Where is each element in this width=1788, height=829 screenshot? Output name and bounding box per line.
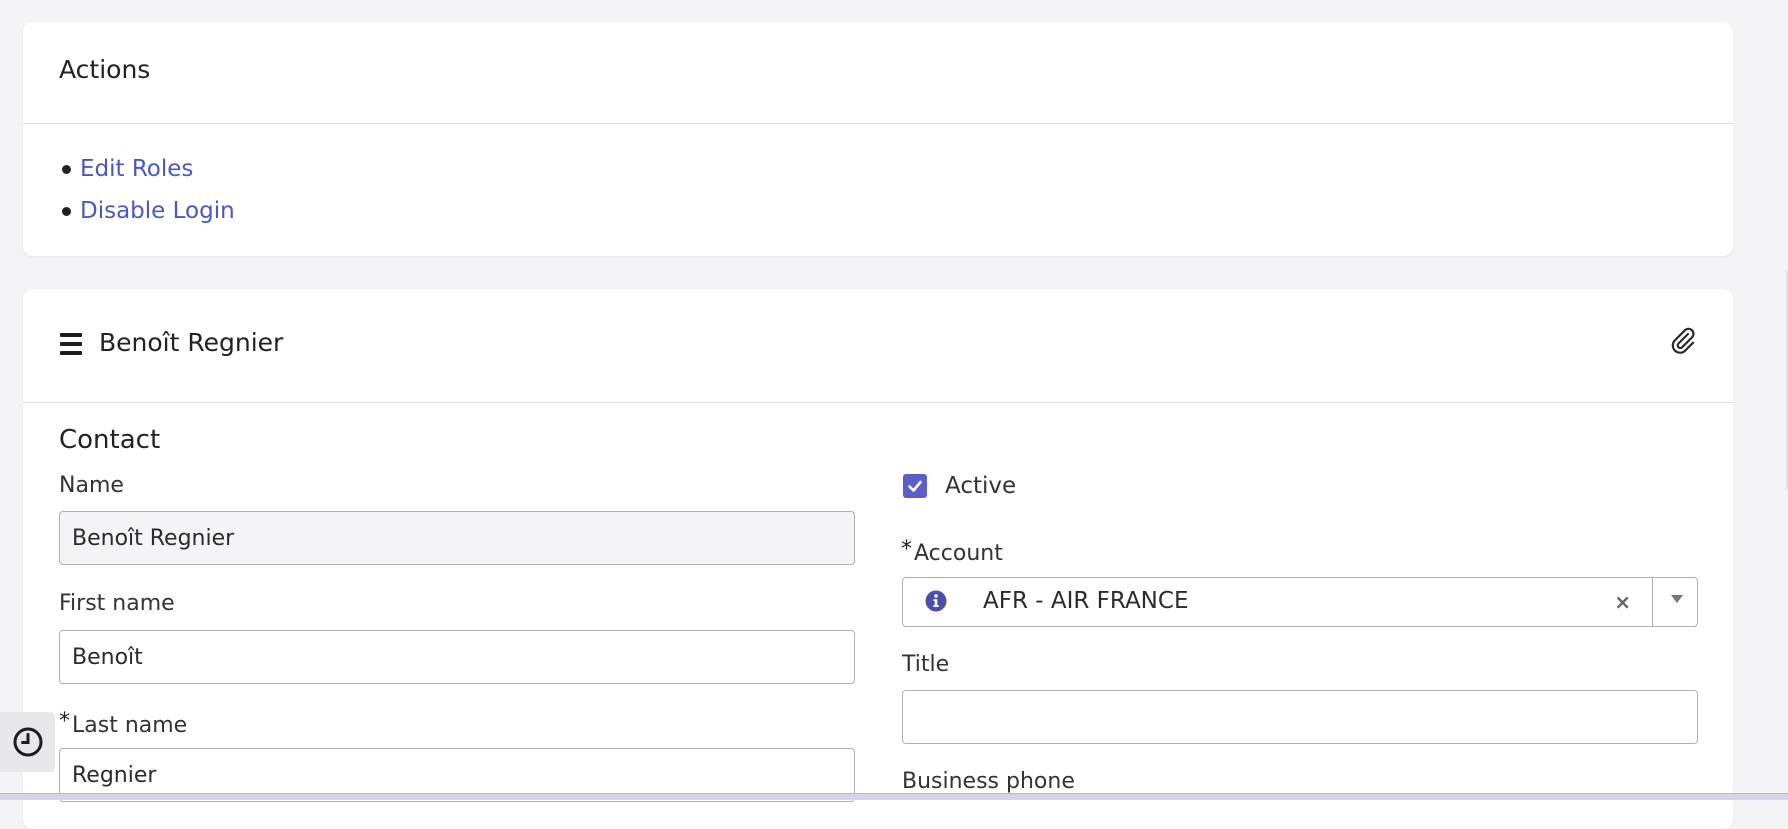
hamburger-icon[interactable] — [60, 333, 82, 355]
actions-list: Edit Roles Disable Login — [59, 148, 235, 232]
actions-title: Actions — [59, 55, 151, 84]
last-name-label-row: *Last name — [59, 709, 187, 738]
paperclip-icon[interactable] — [1667, 325, 1699, 357]
info-icon[interactable] — [925, 590, 947, 612]
first-name-input[interactable] — [59, 630, 855, 684]
bullet-icon — [62, 206, 71, 216]
name-label: Name — [59, 473, 124, 498]
check-icon — [908, 480, 922, 492]
actions-list-item: Disable Login — [59, 190, 235, 232]
account-label: Account — [914, 541, 1003, 566]
actions-card: Actions Edit Roles Disable Login — [23, 22, 1733, 256]
clear-icon[interactable]: × — [1614, 590, 1631, 614]
first-name-label: First name — [59, 591, 175, 616]
title-input[interactable] — [902, 690, 1698, 744]
history-button[interactable] — [0, 712, 55, 772]
account-label-row: *Account — [901, 537, 1003, 566]
active-label: Active — [945, 473, 1017, 499]
title-label: Title — [902, 652, 950, 677]
clock-icon — [13, 727, 42, 757]
actions-card-header: Actions — [23, 22, 1733, 124]
disable-login-link[interactable]: Disable Login — [80, 198, 235, 224]
actions-list-item: Edit Roles — [59, 148, 235, 190]
record-title: Benoît Regnier — [99, 328, 284, 357]
edit-roles-link[interactable]: Edit Roles — [80, 156, 193, 182]
chevron-down-icon[interactable] — [1671, 595, 1683, 603]
bullet-icon — [62, 164, 71, 174]
section-title-contact: Contact — [59, 425, 161, 455]
last-name-label: Last name — [72, 713, 188, 738]
business-phone-label: Business phone — [902, 769, 1075, 794]
record-card-header: Benoît Regnier — [23, 289, 1733, 403]
select-divider — [1652, 578, 1653, 626]
active-field: Active — [903, 473, 1016, 499]
name-input[interactable] — [59, 511, 855, 565]
required-marker: * — [901, 537, 912, 562]
active-checkbox[interactable] — [903, 474, 927, 498]
record-card: Benoît Regnier Contact Name First name *… — [23, 289, 1733, 829]
required-marker: * — [59, 709, 70, 734]
account-value: AFR - AIR FRANCE — [983, 588, 1189, 614]
account-select[interactable]: AFR - AIR FRANCE × — [902, 577, 1698, 627]
